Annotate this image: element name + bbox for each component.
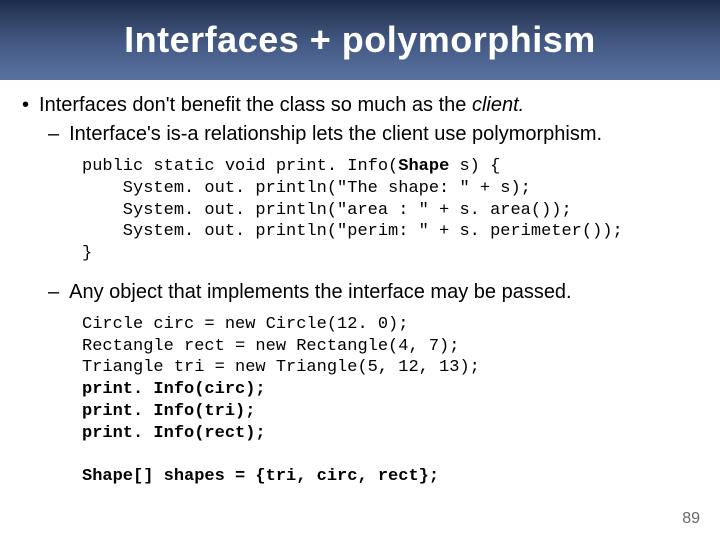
code1-l5: } [82, 244, 92, 263]
code1-l1a: public static void print. Info( [82, 157, 398, 176]
bullet-em: client. [472, 94, 524, 116]
bullet-pre: Interfaces don't benefit the class so mu… [39, 94, 472, 116]
code1-l1b: Shape [398, 157, 449, 176]
sub-bullet-2: – Any object that implements the interfa… [48, 281, 698, 304]
dash-icon: – [48, 281, 59, 304]
code2-l7: Shape[] shapes = {tri, circ, rect}; [82, 467, 439, 486]
code2-l1: Circle circ = new Circle(12. 0); [82, 315, 408, 334]
code-block-1: public static void print. Info(Shape s) … [82, 156, 698, 265]
sub-text-1: Interface's is-a relationship lets the c… [69, 123, 602, 146]
bullet-main: • Interfaces don't benefit the class so … [22, 94, 698, 117]
content-area: • Interfaces don't benefit the class so … [0, 80, 720, 514]
code1-l3: System. out. println("area : " + s. area… [82, 201, 572, 220]
title-band: Interfaces + polymorphism [0, 0, 720, 80]
code1-l1c: s) { [449, 157, 500, 176]
code1-l4: System. out. println("perim: " + s. peri… [82, 222, 623, 241]
code2-l3: Triangle tri = new Triangle(5, 12, 13); [82, 358, 480, 377]
dash-icon: – [48, 123, 59, 146]
sub-text-2: Any object that implements the interface… [69, 281, 572, 304]
code-block-2: Circle circ = new Circle(12. 0); Rectang… [82, 314, 698, 488]
sub-bullet-1: – Interface's is-a relationship lets the… [48, 123, 698, 146]
code2-l6: print. Info(rect); [82, 424, 266, 443]
code2-l4: print. Info(circ); [82, 380, 266, 399]
code2-l2: Rectangle rect = new Rectangle(4, 7); [82, 337, 459, 356]
bullet-dot-icon: • [22, 95, 29, 115]
bullet-text: Interfaces don't benefit the class so mu… [39, 94, 524, 117]
page-number: 89 [682, 510, 700, 528]
code1-l2: System. out. println("The shape: " + s); [82, 179, 531, 198]
slide-title: Interfaces + polymorphism [124, 19, 596, 61]
code2-l5: print. Info(tri); [82, 402, 255, 421]
